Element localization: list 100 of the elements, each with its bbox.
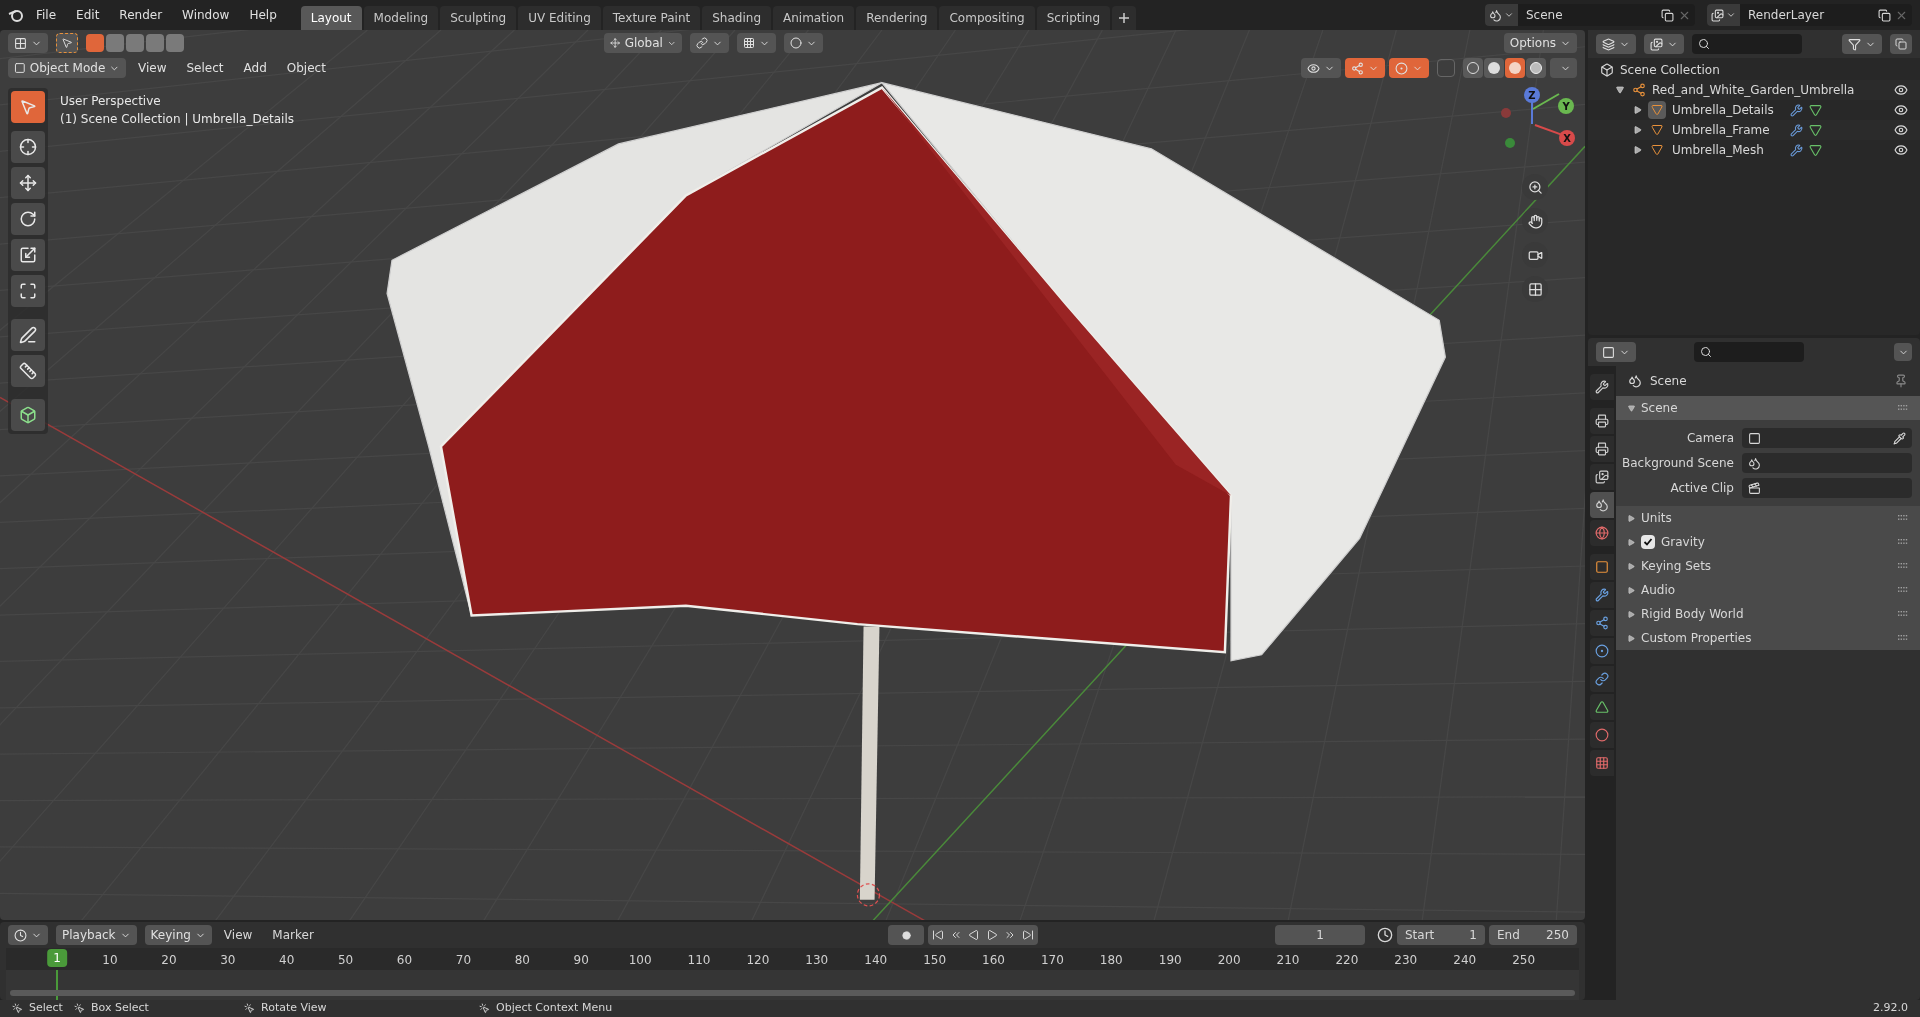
disclosure-triangle[interactable] (1634, 146, 1642, 154)
workspace-tab[interactable]: UV Editing (518, 5, 601, 30)
editor-type-dropdown[interactable] (1596, 34, 1636, 54)
menu-item[interactable]: Window (174, 6, 238, 24)
shading-mode-button[interactable] (1484, 58, 1504, 78)
workspace-tab[interactable]: Layout (300, 5, 362, 30)
timeline-menu[interactable]: Marker (264, 926, 322, 944)
editor-type-dropdown[interactable] (8, 925, 48, 945)
eyedropper-icon[interactable] (1893, 431, 1906, 445)
filter-dropdown[interactable] (1842, 34, 1882, 54)
options-dropdown[interactable]: Options (1503, 33, 1577, 53)
properties-tab[interactable] (1590, 464, 1614, 490)
view-layer-selector[interactable]: RenderLayer (1707, 4, 1912, 26)
viewport-menu[interactable]: Select (178, 59, 232, 77)
properties-tab[interactable] (1590, 694, 1614, 720)
properties-tab[interactable] (1590, 436, 1614, 462)
workspace-tab[interactable]: Compositing (939, 5, 1035, 30)
timeline-dropdown[interactable]: Playback (56, 925, 137, 945)
workspace-tab[interactable]: Texture Paint (602, 5, 701, 30)
disclosure-triangle[interactable] (1628, 634, 1635, 642)
editor-type-dropdown[interactable] (8, 33, 48, 53)
tool-button[interactable] (11, 355, 45, 387)
workspace-tab[interactable]: Sculpting (440, 5, 517, 30)
axis-label[interactable]: X (1559, 130, 1575, 146)
proportional-dropdown[interactable] (784, 33, 824, 53)
properties-tab[interactable] (1590, 610, 1614, 636)
panel-header[interactable]: Custom Properties (1616, 626, 1920, 650)
disclosure-triangle[interactable] (1628, 514, 1635, 522)
gizmo-dropdown[interactable] (1345, 58, 1385, 78)
umbrella-drawing[interactable] (386, 81, 1446, 907)
navigation-gizmo[interactable]: Z Y X (1495, 86, 1575, 166)
properties-tab[interactable] (1590, 374, 1614, 400)
scene-selector[interactable]: Scene (1485, 4, 1695, 26)
wrench-icon[interactable] (1790, 123, 1803, 137)
mesh-data-icon[interactable] (1809, 123, 1822, 137)
menu-item[interactable]: Edit (68, 6, 108, 24)
viewport-menu[interactable]: Object (278, 59, 334, 77)
tool-button[interactable] (11, 399, 45, 431)
viewport-menu[interactable]: View (130, 59, 175, 77)
tool-select-button[interactable] (56, 33, 78, 53)
properties-tab[interactable] (1590, 554, 1614, 580)
timeline-menu[interactable]: View (215, 926, 261, 944)
3d-viewport[interactable]: Global Options Object Mode View Select Add Object User Perspective (1) Scene Collection | Umbrella_Details Z Y X (0, 30, 1585, 920)
blender-logo-icon[interactable] (8, 7, 24, 23)
editor-type-dropdown[interactable] (1596, 342, 1636, 362)
shading-mode-button[interactable] (1463, 58, 1483, 78)
workspace-tab[interactable]: Animation (773, 5, 855, 30)
property-field[interactable] (1742, 428, 1912, 448)
menu-item[interactable]: Help (241, 6, 285, 24)
eye-icon[interactable] (1894, 143, 1908, 157)
outliner-root[interactable]: Scene Collection (1620, 61, 1720, 79)
disclosure-triangle[interactable] (1634, 106, 1642, 114)
disclosure-triangle[interactable] (1628, 562, 1635, 570)
start-frame-field[interactable]: Start 1 (1397, 925, 1485, 945)
workspace-tab[interactable]: Scripting (1036, 5, 1111, 30)
horizontal-scrollbar[interactable] (10, 990, 1575, 996)
pin-icon[interactable] (1894, 374, 1908, 388)
viewport-menu[interactable]: Add (235, 59, 275, 77)
add-workspace-button[interactable] (1112, 5, 1137, 30)
drag-handle-icon[interactable] (1898, 539, 1908, 545)
timeline-dropdown[interactable]: Keying (144, 925, 212, 945)
disclosure-triangle[interactable] (1628, 538, 1635, 546)
properties-tab[interactable] (1590, 492, 1614, 518)
tool-button[interactable] (11, 167, 45, 199)
drag-handle-icon[interactable] (1898, 587, 1908, 593)
mesh-data-icon[interactable] (1809, 143, 1822, 157)
shading-mode-button[interactable] (1505, 58, 1525, 78)
workspace-tab[interactable]: Modeling (363, 5, 439, 30)
visibility-dropdown[interactable] (1301, 58, 1341, 78)
panel-header[interactable]: Rigid Body World (1616, 602, 1920, 626)
mesh-data-icon[interactable] (1809, 103, 1822, 117)
duplicate-icon[interactable] (1878, 8, 1891, 22)
new-collection-button[interactable] (1890, 34, 1912, 54)
panel-header[interactable]: Keying Sets (1616, 554, 1920, 578)
menu-item[interactable]: File (28, 6, 65, 24)
wrench-icon[interactable] (1790, 143, 1803, 157)
properties-tab[interactable] (1590, 666, 1614, 692)
properties-tab[interactable] (1590, 750, 1614, 776)
drag-handle-icon[interactable] (1898, 563, 1908, 569)
axis-label[interactable]: Z (1524, 87, 1540, 103)
options-button[interactable] (1894, 343, 1912, 361)
shading-mode-button[interactable] (1526, 58, 1546, 78)
property-field[interactable] (1742, 453, 1912, 473)
properties-tab[interactable] (1590, 722, 1614, 748)
disclosure-triangle[interactable] (1628, 610, 1635, 618)
workspace-tab[interactable]: Rendering (856, 5, 938, 30)
panel-header[interactable]: Scene (1616, 396, 1920, 420)
properties-tab[interactable] (1590, 638, 1614, 664)
mode-dropdown[interactable]: Object Mode (8, 58, 126, 78)
search-field[interactable] (1694, 342, 1804, 362)
play-icon[interactable] (986, 929, 999, 941)
panel-header[interactable]: Audio (1616, 578, 1920, 602)
panel-header[interactable]: Units (1616, 506, 1920, 530)
pivot-dropdown[interactable] (690, 33, 730, 53)
display-mode-dropdown[interactable] (1644, 34, 1684, 54)
tool-button[interactable] (11, 275, 45, 307)
duplicate-icon[interactable] (1661, 8, 1674, 22)
disclosure-triangle[interactable] (1634, 126, 1642, 134)
panel-header[interactable]: Gravity (1616, 530, 1920, 554)
overlay-dropdown[interactable] (1389, 58, 1429, 78)
